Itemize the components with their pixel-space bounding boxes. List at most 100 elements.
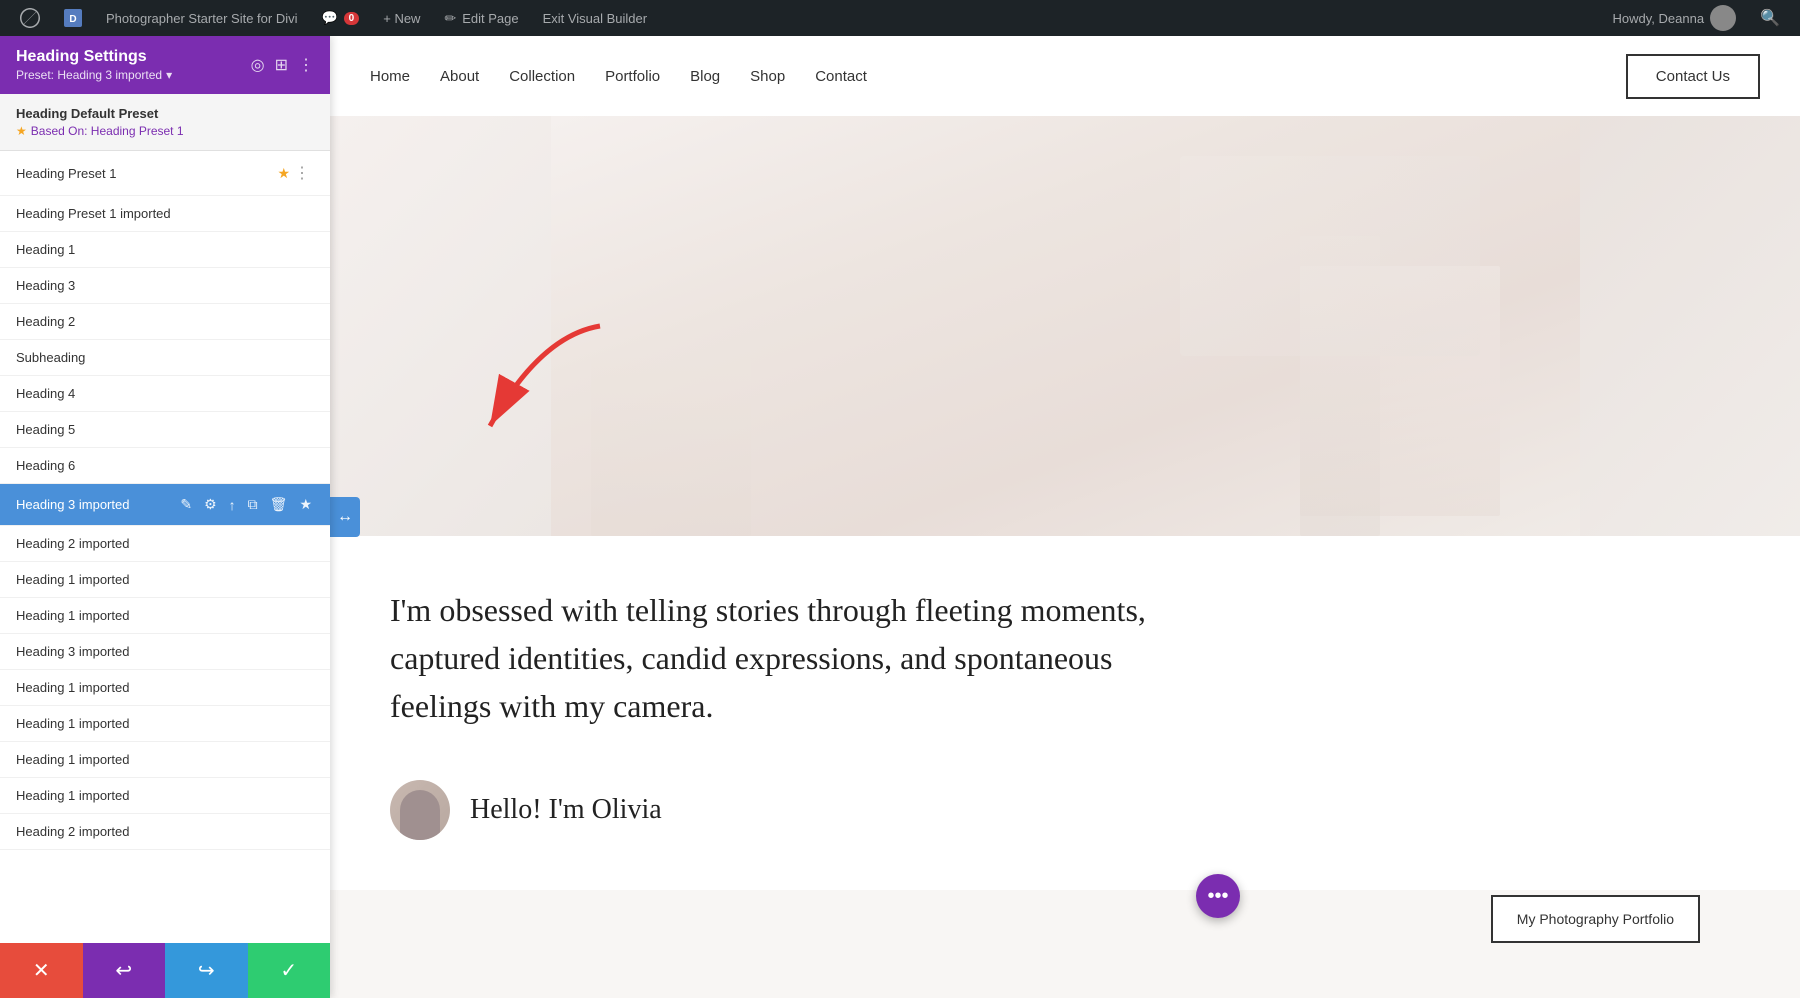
preset-item-label: Heading Preset 1 imported: [16, 206, 314, 221]
grid-icon[interactable]: ⊞: [275, 55, 288, 75]
redo-button[interactable]: ↪: [165, 943, 248, 998]
howdy-text: Howdy, Deanna: [1603, 5, 1747, 31]
nav-link-portfolio[interactable]: Portfolio: [605, 68, 660, 85]
exit-builder-button[interactable]: Exit Visual Builder: [533, 0, 658, 36]
portfolio-button[interactable]: My Photography Portfolio: [1491, 895, 1700, 943]
preset-item-label: Heading 3 imported: [16, 497, 178, 512]
preset-item-heading-1-imported-1[interactable]: Heading 1 imported: [0, 562, 330, 598]
hero-shape-4: [1180, 156, 1480, 356]
export-icon[interactable]: ↑: [227, 495, 238, 515]
preset-item-heading-1-imported-6[interactable]: Heading 1 imported: [0, 778, 330, 814]
svg-text:D: D: [69, 14, 76, 25]
preset-item-label: Heading 1: [16, 242, 314, 257]
hero-shape-2: [591, 356, 751, 536]
admin-bar-right: Howdy, Deanna 🔍: [1603, 5, 1790, 31]
preset-item-label: Heading 1 imported: [16, 752, 314, 767]
panel-header-text: Heading Settings Preset: Heading 3 impor…: [16, 48, 172, 82]
delete-icon[interactable]: 🗑: [268, 494, 290, 515]
preset-item-heading-4[interactable]: Heading 4: [0, 376, 330, 412]
preset-item-heading-3[interactable]: Heading 3: [0, 268, 330, 304]
left-panel: Heading Settings Preset: Heading 3 impor…: [0, 36, 330, 998]
preset-item-label: Heading 3 imported: [16, 644, 314, 659]
preset-item-heading-6[interactable]: Heading 6: [0, 448, 330, 484]
main-area: Heading Settings Preset: Heading 3 impor…: [0, 36, 1800, 998]
nav-link-contact[interactable]: Contact: [815, 68, 867, 85]
preset-item-label: Heading 1 imported: [16, 572, 314, 587]
preset-item-heading-1-imported-3[interactable]: Heading 1 imported: [0, 670, 330, 706]
panel-preset-subtitle[interactable]: Preset: Heading 3 imported ▾: [16, 68, 172, 82]
preset-list: Heading Preset 1★⋮Heading Preset 1 impor…: [0, 151, 330, 943]
admin-bar-left: D Photographer Starter Site for Divi 💬 0…: [10, 0, 1603, 36]
nav-links: Home About Collection Portfolio Blog Shop Cont…: [370, 68, 867, 85]
default-preset-title: Heading Default Preset: [16, 106, 314, 121]
preset-item-label: Heading 1 imported: [16, 788, 314, 803]
preset-item-heading-5[interactable]: Heading 5: [0, 412, 330, 448]
panel-header-icons: ◎ ⊞ ⋮: [251, 55, 314, 75]
default-preset-section: Heading Default Preset ★ Based On: Headi…: [0, 94, 330, 151]
comment-count: 0: [344, 12, 360, 25]
nav-link-collection[interactable]: Collection: [509, 68, 575, 85]
preset-item-label: Heading Preset 1: [16, 166, 277, 181]
olivia-avatar: [390, 780, 450, 840]
preset-item-heading-2-imported-1[interactable]: Heading 2 imported: [0, 526, 330, 562]
default-preset-based-on: ★ Based On: Heading Preset 1: [16, 124, 314, 138]
duplicate-icon[interactable]: ⧉: [246, 494, 260, 515]
preset-dots-menu[interactable]: ⋮: [290, 161, 314, 185]
wordpress-logo[interactable]: [10, 0, 50, 36]
preset-item-heading-preset-1-imported[interactable]: Heading Preset 1 imported: [0, 196, 330, 232]
preset-item-heading-1-imported-2[interactable]: Heading 1 imported: [0, 598, 330, 634]
preset-item-heading-1[interactable]: Heading 1: [0, 232, 330, 268]
edit-icon[interactable]: ✎: [178, 494, 194, 515]
preset-action-buttons: ✎ ⚙ ↑ ⧉ 🗑 ★: [178, 494, 314, 515]
hello-section: Hello! I'm Olivia: [390, 780, 1740, 840]
new-button[interactable]: + New: [373, 0, 430, 36]
nav-link-home[interactable]: Home: [370, 68, 410, 85]
float-menu-button[interactable]: •••: [1196, 874, 1240, 918]
nav-link-shop[interactable]: Shop: [750, 68, 785, 85]
preset-item-heading-3-imported-2[interactable]: Heading 3 imported: [0, 634, 330, 670]
hero-image-inner: [551, 116, 1580, 536]
save-button[interactable]: ✓: [248, 943, 331, 998]
site-quote: I'm obsessed with telling stories throug…: [390, 586, 1190, 730]
hello-text: Hello! I'm Olivia: [470, 794, 662, 826]
preset-item-label: Heading 4: [16, 386, 314, 401]
comments-link[interactable]: 💬 0: [311, 0, 369, 36]
user-avatar: [1710, 5, 1736, 31]
settings-icon[interactable]: ⚙: [202, 494, 219, 515]
resize-handle[interactable]: ↔: [330, 497, 360, 537]
hero-image: [330, 116, 1800, 536]
preset-item-label: Heading 6: [16, 458, 314, 473]
preset-item-heading-1-imported-5[interactable]: Heading 1 imported: [0, 742, 330, 778]
preset-star-icon[interactable]: ★: [277, 165, 290, 182]
site-content: I'm obsessed with telling stories throug…: [330, 536, 1800, 890]
preset-item-heading-2[interactable]: Heading 2: [0, 304, 330, 340]
preset-item-subheading[interactable]: Subheading: [0, 340, 330, 376]
cancel-button[interactable]: ✕: [0, 943, 83, 998]
admin-search-icon[interactable]: 🔍: [1750, 8, 1790, 28]
default-star-icon: ★: [16, 124, 27, 138]
preset-item-label: Heading 3: [16, 278, 314, 293]
divi-icon[interactable]: D: [54, 0, 92, 36]
site-name[interactable]: Photographer Starter Site for Divi: [96, 0, 307, 36]
eye-icon[interactable]: ◎: [251, 55, 265, 75]
favorite-icon[interactable]: ★: [297, 494, 314, 515]
nav-link-blog[interactable]: Blog: [690, 68, 720, 85]
preset-item-heading-3-imported[interactable]: Heading 3 imported✎ ⚙ ↑ ⧉ 🗑 ★: [0, 484, 330, 526]
preset-item-heading-2-imported-2[interactable]: Heading 2 imported: [0, 814, 330, 850]
preset-item-label: Subheading: [16, 350, 314, 365]
preset-item-label: Heading 2: [16, 314, 314, 329]
three-dots-icon: •••: [1207, 885, 1228, 908]
preset-item-label: Heading 5: [16, 422, 314, 437]
admin-bar: D Photographer Starter Site for Divi 💬 0…: [0, 0, 1800, 36]
undo-button[interactable]: ↩: [83, 943, 166, 998]
preset-item-heading-1-imported-4[interactable]: Heading 1 imported: [0, 706, 330, 742]
preset-item-heading-preset-1[interactable]: Heading Preset 1★⋮: [0, 151, 330, 196]
avatar-silhouette: [400, 790, 440, 840]
nav-link-about[interactable]: About: [440, 68, 479, 85]
panel-title: Heading Settings: [16, 48, 172, 66]
preset-item-label: Heading 2 imported: [16, 824, 314, 839]
edit-page-button[interactable]: ✏ Edit Page: [434, 0, 528, 36]
more-options-icon[interactable]: ⋮: [298, 55, 314, 75]
contact-us-button[interactable]: Contact Us: [1626, 54, 1760, 99]
bottom-toolbar: ✕ ↩ ↪ ✓: [0, 943, 330, 998]
